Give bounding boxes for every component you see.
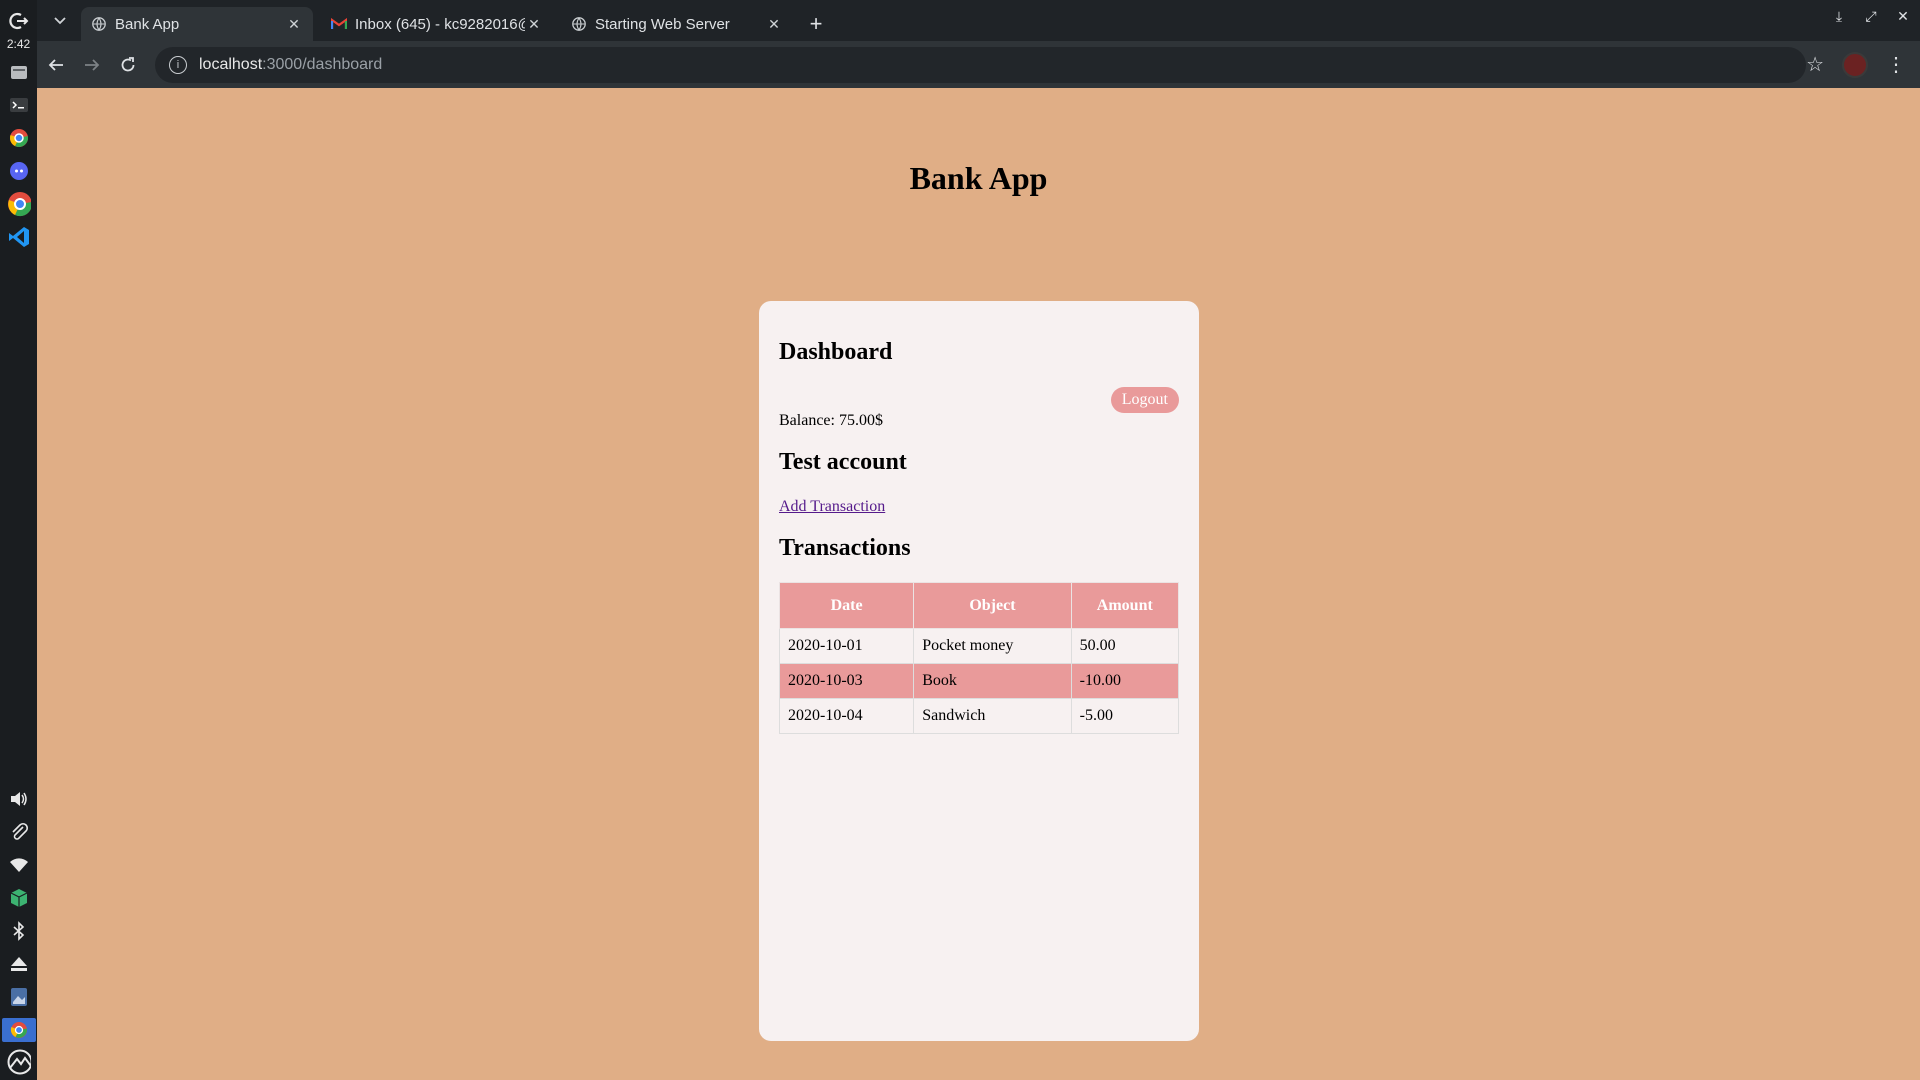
page-viewport: Bank App Dashboard Logout Balance: 75.00… — [37, 88, 1920, 1080]
terminal-icon[interactable] — [7, 93, 31, 117]
close-tab-icon[interactable]: ✕ — [285, 16, 303, 33]
discord-icon[interactable] — [7, 159, 31, 183]
window-controls: ⤓ ⤢ ✕ — [1830, 8, 1912, 25]
table-row: 2020-10-03 Book -10.00 — [778, 663, 1180, 699]
balance-line: Balance: 75.00$ — [779, 412, 883, 430]
chrome-icon[interactable] — [7, 192, 31, 217]
power-menu-icon[interactable] — [7, 9, 31, 33]
table-row: 2020-10-01 Pocket money 50.00 — [778, 628, 1180, 664]
balance-currency: $ — [874, 412, 883, 429]
browser-window: Bank App ✕ Inbox (645) - kc9282016@ ✕ St… — [37, 0, 1920, 88]
reload-button[interactable] — [111, 48, 145, 82]
cell-date: 2020-10-03 — [778, 663, 915, 699]
reload-icon — [121, 56, 135, 71]
tab-title: Bank App — [115, 15, 180, 33]
cell-object: Sandwich — [913, 698, 1072, 734]
tab-inbox[interactable]: Inbox (645) - kc9282016@ ✕ — [321, 7, 553, 41]
package-icon[interactable] — [7, 886, 31, 910]
balance-label: Balance: — [779, 412, 839, 429]
files-icon[interactable] — [7, 60, 31, 84]
chrome-active-icon[interactable] — [1, 1018, 36, 1042]
table-row: 2020-10-04 Sandwich -5.00 — [778, 698, 1180, 734]
tab-title: Inbox (645) - kc9282016@ — [355, 15, 525, 33]
back-arrow-icon — [48, 58, 63, 71]
cell-object: Book — [913, 663, 1072, 699]
forward-button[interactable] — [75, 48, 109, 82]
cell-date: 2020-10-01 — [778, 628, 915, 664]
profile-avatar[interactable] — [1842, 51, 1868, 78]
cell-amount: -10.00 — [1070, 663, 1180, 699]
cell-amount: -5.00 — [1070, 698, 1180, 734]
tab-bank-app[interactable]: Bank App ✕ — [81, 7, 313, 41]
cell-object: Pocket money — [913, 628, 1072, 664]
back-button[interactable] — [39, 48, 73, 82]
close-tab-icon[interactable]: ✕ — [765, 16, 783, 33]
account-name: Test account — [779, 449, 907, 475]
url-path: :3000/dashboard — [262, 55, 383, 73]
clip-icon[interactable] — [7, 820, 31, 844]
eject-icon[interactable] — [7, 952, 31, 976]
new-tab-button[interactable]: + — [801, 9, 831, 39]
browser-toolbar: i localhost:3000/dashboard ☆ ⋮ — [37, 41, 1920, 88]
volume-icon[interactable] — [7, 787, 31, 811]
tab-title: Starting Web Server — [595, 15, 730, 33]
chevron-down-icon — [54, 17, 66, 25]
dashboard-title: Dashboard — [779, 339, 893, 365]
bookmark-star-icon[interactable]: ☆ — [1806, 52, 1824, 77]
menu-kebab-icon[interactable]: ⋮ — [1886, 52, 1906, 77]
clock: 2:42 — [6, 37, 31, 51]
add-transaction-link[interactable]: Add Transaction — [779, 498, 885, 516]
transactions-table: Date Object Amount 2020-10-01 Pocket mon… — [778, 582, 1180, 734]
maximize-icon[interactable]: ⤢ — [1862, 8, 1880, 25]
column-header-date: Date — [778, 582, 915, 629]
site-info-icon[interactable]: i — [169, 55, 187, 74]
vscode-icon[interactable] — [7, 225, 31, 249]
url-host: localhost — [199, 55, 263, 73]
bluetooth-icon[interactable] — [7, 919, 31, 943]
logout-button[interactable]: Logout — [1110, 387, 1179, 413]
globe-icon — [91, 16, 107, 32]
chrome-icon[interactable] — [7, 126, 31, 150]
column-header-object: Object — [913, 582, 1072, 629]
tab-web-server[interactable]: Starting Web Server ✕ — [561, 7, 793, 41]
tab-search-button[interactable] — [45, 6, 75, 36]
globe-icon — [571, 16, 587, 32]
screenshot-app-icon[interactable] — [7, 985, 31, 1009]
close-window-icon[interactable]: ✕ — [1894, 8, 1912, 25]
tab-strip: Bank App ✕ Inbox (645) - kc9282016@ ✕ St… — [37, 0, 1920, 41]
gmail-icon — [331, 16, 347, 32]
address-bar[interactable]: i localhost:3000/dashboard — [155, 46, 1807, 83]
cell-amount: 50.00 — [1070, 628, 1180, 664]
wifi-icon[interactable] — [7, 853, 31, 877]
transactions-title: Transactions — [779, 535, 911, 561]
close-tab-icon[interactable]: ✕ — [525, 16, 543, 33]
activities-icon[interactable] — [7, 1049, 31, 1075]
app-title: Bank App — [909, 160, 1048, 196]
os-taskbar: 2:42 — [0, 0, 38, 1080]
column-header-amount: Amount — [1070, 582, 1180, 629]
table-header-row: Date Object Amount — [778, 582, 1180, 629]
minimize-icon[interactable]: ⤓ — [1830, 8, 1848, 25]
dashboard-card: Dashboard Logout Balance: 75.00$ Test ac… — [759, 301, 1199, 1041]
forward-arrow-icon — [85, 58, 100, 71]
cell-date: 2020-10-04 — [778, 698, 915, 734]
balance-value: 75.00 — [838, 412, 875, 429]
